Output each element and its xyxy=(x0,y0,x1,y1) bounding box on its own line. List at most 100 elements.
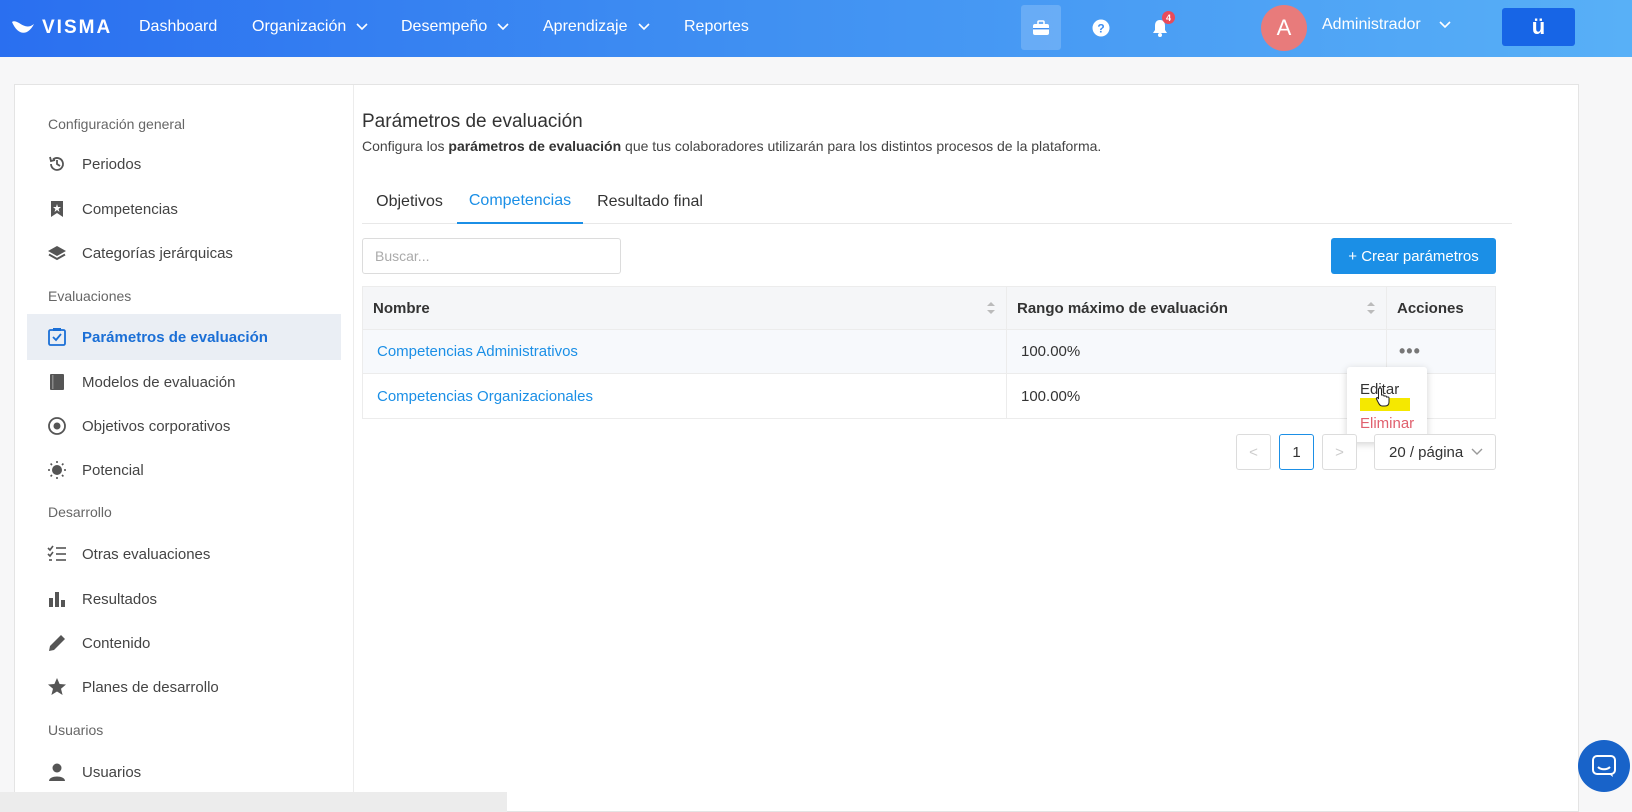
briefcase-button[interactable] xyxy=(1021,5,1061,50)
sort-icon[interactable] xyxy=(1366,301,1376,315)
brand-name: VISMA xyxy=(42,17,113,38)
parameters-table: Nombre Rango máximo de evaluación Accion… xyxy=(362,286,1496,419)
visma-logo-icon xyxy=(12,21,34,33)
chat-button[interactable] xyxy=(1578,740,1630,792)
sidebar-item-categorias[interactable]: Categorías jerárquicas xyxy=(27,230,341,276)
avatar[interactable]: A xyxy=(1261,5,1307,51)
sidebar-item-label: Modelos de evaluación xyxy=(82,373,236,391)
sidebar-item-objetivos[interactable]: Objetivos corporativos xyxy=(27,403,341,449)
nav-label: Dashboard xyxy=(139,18,218,35)
sidebar-item-resultados[interactable]: Resultados xyxy=(27,576,341,622)
menu-item-delete[interactable]: Eliminar xyxy=(1360,415,1414,432)
nav-aprendizaje[interactable]: Aprendizaje xyxy=(543,18,650,36)
pencil-icon xyxy=(47,633,67,653)
hand-cursor-icon xyxy=(1375,387,1390,407)
search-input[interactable] xyxy=(362,238,621,274)
column-header-nombre[interactable]: Nombre xyxy=(363,287,1007,329)
page-size-label: 20 / página xyxy=(1389,443,1464,461)
bar-chart-icon xyxy=(47,589,67,609)
nav-reportes[interactable]: Reportes xyxy=(684,18,749,36)
help-button[interactable]: ? xyxy=(1081,5,1121,50)
sidebar-item-otras-evaluaciones[interactable]: Otras evaluaciones xyxy=(27,531,341,577)
parameter-link[interactable]: Competencias Organizacionales xyxy=(377,388,593,405)
table-cell-name: Competencias Administrativos xyxy=(363,330,1007,373)
chat-icon xyxy=(1592,755,1616,777)
table-row: Competencias Administrativos 100.00% ••• xyxy=(363,330,1495,374)
sidebar-item-label: Contenido xyxy=(82,634,151,652)
nav-label: Desempeño xyxy=(401,18,488,35)
sidebar-item-parametros[interactable]: Parámetros de evaluación xyxy=(27,314,341,360)
table-header-row: Nombre Rango máximo de evaluación Accion… xyxy=(363,287,1495,330)
sidebar-item-periodos[interactable]: Periodos xyxy=(27,141,341,187)
nav-label: Aprendizaje xyxy=(543,18,628,35)
sidebar-section-title: Configuración general xyxy=(48,116,185,132)
column-header-label: Rango máximo de evaluación xyxy=(1017,299,1228,317)
column-header-acciones: Acciones xyxy=(1397,299,1464,317)
nav-dashboard[interactable]: Dashboard xyxy=(139,18,217,36)
nav-label: Reportes xyxy=(684,18,749,35)
tab-competencias[interactable]: Competencias xyxy=(457,180,583,224)
browser-status-strip xyxy=(0,792,507,812)
target-icon xyxy=(47,416,67,436)
help-icon: ? xyxy=(1092,19,1110,36)
tab-bar: Objetivos Competencias Resultado final xyxy=(362,180,1512,224)
sidebar-item-label: Periodos xyxy=(82,155,142,173)
sort-icon[interactable] xyxy=(986,301,996,315)
table-cell-name: Competencias Organizacionales xyxy=(363,374,1007,418)
chevron-down-icon xyxy=(1439,18,1451,32)
nav-desempeno[interactable]: Desempeño xyxy=(401,18,509,36)
briefcase-icon xyxy=(1033,19,1049,35)
sidebar-item-potencial[interactable]: Potencial xyxy=(27,447,341,493)
table-cell-range: 100.00% xyxy=(1007,330,1387,373)
list-check-icon xyxy=(47,544,67,564)
sidebar-item-competencias[interactable]: Competencias xyxy=(27,186,341,232)
lightbulb-icon xyxy=(47,460,67,480)
description-bold-text: parámetros de evaluación xyxy=(448,138,622,154)
layers-icon xyxy=(47,243,67,263)
user-name: Administrador xyxy=(1322,16,1421,33)
sidebar-item-label: Usuarios xyxy=(82,763,142,781)
page-size-select[interactable]: 20 / página xyxy=(1374,434,1496,470)
notifications-button[interactable]: 4 xyxy=(1140,5,1180,50)
tab-objetivos[interactable]: Objetivos xyxy=(362,180,457,224)
user-menu[interactable]: Administrador xyxy=(1322,16,1451,34)
notification-badge: 4 xyxy=(1162,11,1175,24)
top-navigation-bar: VISMA Dashboard Organización Desempeño A… xyxy=(0,0,1632,57)
pagination-prev-button[interactable]: < xyxy=(1236,434,1271,470)
page-description: Configura los parámetros de evaluación q… xyxy=(362,138,1101,154)
sidebar-item-modelos[interactable]: Modelos de evaluación xyxy=(27,359,341,405)
content-area: Parámetros de evaluación Configura los p… xyxy=(362,85,1572,811)
book-icon xyxy=(47,372,67,392)
pagination-next-button[interactable]: > xyxy=(1322,434,1357,470)
sidebar: Configuración general Periodos Competenc… xyxy=(15,85,354,811)
sidebar-item-planes[interactable]: Planes de desarrollo xyxy=(27,664,341,710)
svg-text:?: ? xyxy=(1097,21,1104,35)
sidebar-item-label: Categorías jerárquicas xyxy=(82,244,233,262)
sidebar-section-title: Usuarios xyxy=(48,722,104,738)
sidebar-item-label: Potencial xyxy=(82,461,144,479)
sidebar-section-title: Desarrollo xyxy=(48,504,112,520)
sidebar-section-title: Evaluaciones xyxy=(48,288,132,304)
page-title: Parámetros de evaluación xyxy=(362,111,583,132)
create-parameters-button[interactable]: + Crear parámetros xyxy=(1331,238,1496,274)
sidebar-item-contenido[interactable]: Contenido xyxy=(27,620,341,666)
sidebar-item-usuarios[interactable]: Usuarios xyxy=(27,749,341,795)
description-text: que tus colaboradores utilizarán para lo… xyxy=(621,138,1102,154)
app-brand-button[interactable]: ü xyxy=(1502,8,1575,46)
parameter-link[interactable]: Competencias Administrativos xyxy=(377,343,578,360)
nav-label: Organización xyxy=(252,18,347,35)
sidebar-item-label: Planes de desarrollo xyxy=(82,678,219,696)
more-actions-icon[interactable]: ••• xyxy=(1399,341,1421,362)
sidebar-item-label: Objetivos corporativos xyxy=(82,417,231,435)
column-header-rango[interactable]: Rango máximo de evaluación xyxy=(1007,287,1387,329)
nav-organizacion[interactable]: Organización xyxy=(252,18,368,36)
tab-resultado-final[interactable]: Resultado final xyxy=(583,180,717,224)
chevron-down-icon xyxy=(637,20,650,34)
bookmark-icon xyxy=(47,199,67,219)
chevron-down-icon xyxy=(356,20,368,34)
pagination-page-1[interactable]: 1 xyxy=(1279,434,1314,470)
visma-logo[interactable]: VISMA xyxy=(10,14,112,42)
main-card: Configuración general Periodos Competenc… xyxy=(14,84,1579,812)
table-row: Competencias Organizacionales 100.00% xyxy=(363,374,1495,418)
sidebar-item-label: Otras evaluaciones xyxy=(82,545,211,563)
